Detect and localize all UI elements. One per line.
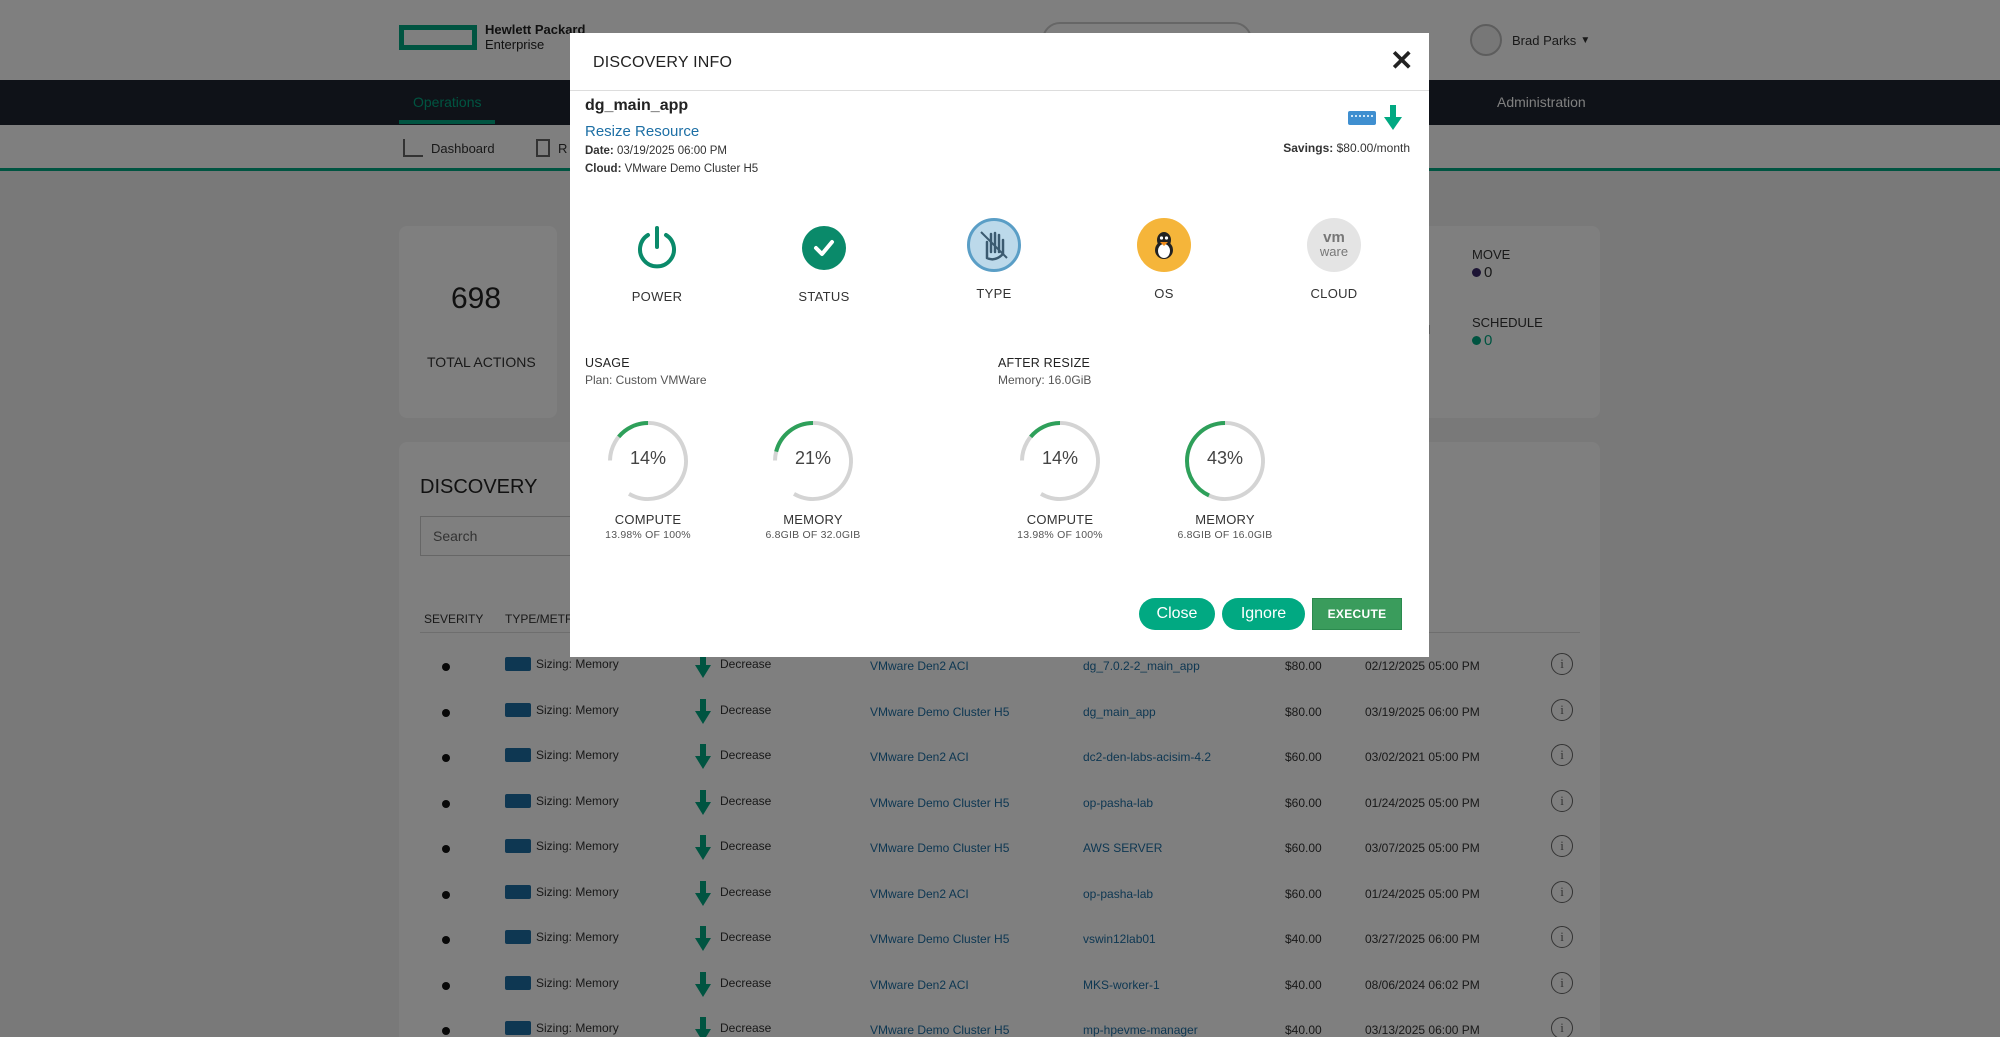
- savings-value: $80.00/month: [1336, 141, 1410, 155]
- os-label: OS: [1154, 286, 1174, 301]
- after-compute-gauge: 14% COMPUTE 13.98% OF 100%: [1000, 418, 1120, 541]
- gauge-detail: 6.8GIB OF 16.0GIB: [1177, 529, 1273, 541]
- hand-icon: [967, 218, 1021, 272]
- date-line: Date: 03/19/2025 06:00 PM: [585, 145, 727, 157]
- cloud-line: Cloud: VMware Demo Cluster H5: [585, 163, 758, 175]
- linux-icon: [1137, 218, 1191, 272]
- modal-header: DISCOVERY INFO ✕: [570, 33, 1429, 91]
- date-label: Date:: [585, 145, 614, 157]
- gauge-detail: 13.98% OF 100%: [1017, 529, 1103, 541]
- modal-title: DISCOVERY INFO: [593, 54, 733, 71]
- usage-compute-gauge: 14% COMPUTE 13.98% OF 100%: [588, 418, 708, 541]
- cloud-label: Cloud:: [585, 163, 622, 175]
- power-label: POWER: [631, 289, 683, 304]
- power-icon: [630, 221, 684, 275]
- gauge-percent: 21%: [794, 448, 832, 468]
- type-label: TYPE: [976, 286, 1012, 301]
- type-indicator: TYPE: [934, 218, 1054, 301]
- gauge-percent: 14%: [629, 448, 667, 468]
- cloud-value: VMware Demo Cluster H5: [624, 163, 759, 175]
- gauge-detail: 6.8GIB OF 32.0GIB: [765, 529, 861, 541]
- ignore-button[interactable]: Ignore: [1222, 598, 1305, 630]
- after-memory-gauge: 43% MEMORY 6.8GIB OF 16.0GIB: [1165, 418, 1285, 541]
- gauge-percent: 43%: [1206, 448, 1244, 468]
- gauge-detail: 13.98% OF 100%: [605, 529, 691, 541]
- vmware-logo-vm: vm: [1323, 229, 1345, 246]
- vmware-icon: vm ware: [1307, 218, 1361, 272]
- after-resize-memory: Memory: 16.0GiB: [998, 373, 1092, 387]
- usage-plan: Plan: Custom VMWare: [585, 373, 707, 387]
- after-resize-title: AFTER RESIZE: [998, 356, 1090, 370]
- os-indicator: OS: [1104, 218, 1224, 301]
- close-button[interactable]: Close: [1139, 598, 1215, 630]
- close-icon[interactable]: ✕: [1390, 46, 1413, 76]
- vmware-logo-ware: ware: [1319, 244, 1349, 259]
- savings: Savings: $80.00/month: [1283, 141, 1410, 155]
- execute-button[interactable]: EXECUTE: [1312, 598, 1402, 630]
- checkmark-icon: [802, 226, 846, 270]
- usage-memory-gauge: 21% MEMORY 6.8GIB OF 32.0GIB: [753, 418, 873, 541]
- usage-title: USAGE: [585, 356, 630, 370]
- discovery-info-modal: DISCOVERY INFO ✕ dg_main_app Resize Reso…: [570, 33, 1429, 657]
- cloud-indicator: vm ware CLOUD: [1274, 218, 1394, 301]
- status-label: STATUS: [798, 289, 850, 304]
- memory-icon: [1348, 111, 1376, 125]
- gauge-label: COMPUTE: [614, 512, 682, 527]
- gauge-label: MEMORY: [1195, 512, 1255, 527]
- cloud-label-text: CLOUD: [1310, 286, 1358, 301]
- gauge-label: MEMORY: [783, 512, 843, 527]
- resource-name: dg_main_app: [585, 97, 689, 114]
- savings-label: Savings:: [1283, 141, 1334, 155]
- arrow-down-icon: [1384, 105, 1402, 130]
- gauge-percent: 14%: [1041, 448, 1079, 468]
- status-indicator: STATUS: [764, 221, 884, 304]
- header-icons: [1348, 105, 1402, 131]
- date-value: 03/19/2025 06:00 PM: [616, 145, 727, 157]
- power-indicator: POWER: [597, 221, 717, 304]
- action-link[interactable]: Resize Resource: [585, 123, 699, 140]
- gauge-label: COMPUTE: [1026, 512, 1094, 527]
